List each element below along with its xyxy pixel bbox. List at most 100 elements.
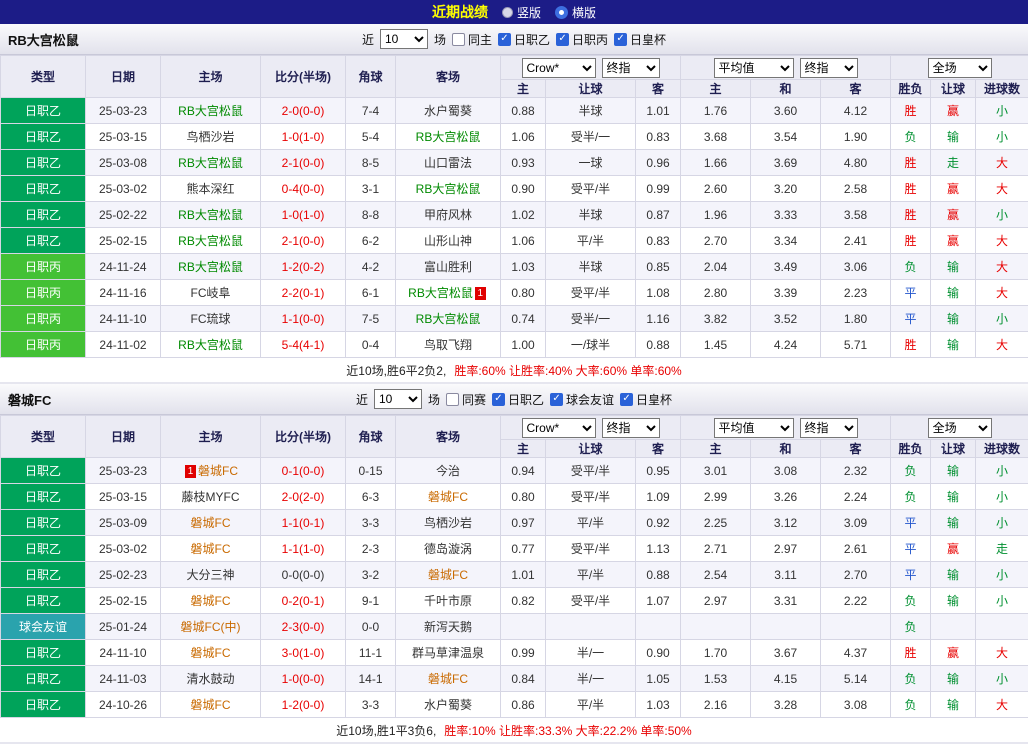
away-team[interactable]: RB大宫松鼠 [396,124,501,150]
odds-stage-select[interactable]: 终指 [602,418,660,438]
home-team[interactable]: 1磐城FC [161,458,261,484]
filter-checkbox-1[interactable]: 日职乙 [498,31,550,48]
home-team[interactable]: 磐城FC [161,640,261,666]
home-team[interactable]: RB大宫松鼠 [161,150,261,176]
score[interactable]: 1-0(0-0) [261,666,346,692]
odds-stage-select[interactable]: 终指 [602,58,660,78]
avg-stage-select[interactable]: 终指 [800,58,858,78]
home-team[interactable]: 磐城FC(中) [161,614,261,640]
away-team[interactable]: 今治 [396,458,501,484]
recent-count-select[interactable]: 10 [380,29,428,49]
home-team[interactable]: 磐城FC [161,692,261,718]
corner-score: 3-2 [346,562,396,588]
away-team[interactable]: 鸟栖沙岩 [396,510,501,536]
away-team[interactable]: 千叶市原 [396,588,501,614]
home-team[interactable]: RB大宫松鼠 [161,202,261,228]
away-team[interactable]: 甲府风林 [396,202,501,228]
match-date: 24-10-26 [86,692,161,718]
match-result: 负 [891,458,931,484]
away-team[interactable]: 群马草津温泉 [396,640,501,666]
score[interactable]: 1-0(1-0) [261,124,346,150]
home-team[interactable]: RB大宫松鼠 [161,98,261,124]
home-team[interactable]: RB大宫松鼠 [161,254,261,280]
col-date: 日期 [86,416,161,458]
score[interactable]: 1-2(0-2) [261,254,346,280]
home-team[interactable]: 磐城FC [161,588,261,614]
team-name-text: FC琉球 [191,312,231,326]
handicap-line: 平/半 [546,510,636,536]
home-team[interactable]: 藤枝MYFC [161,484,261,510]
score[interactable]: 5-4(4-1) [261,332,346,358]
home-odds: 0.99 [501,640,546,666]
handicap-line: 受半/一 [546,306,636,332]
away-team[interactable]: RB大宫松鼠 [396,176,501,202]
away-team[interactable]: 磐城FC [396,666,501,692]
recent-count-select[interactable]: 10 [374,389,422,409]
home-team[interactable]: 熊本深红 [161,176,261,202]
filter-checkbox-2[interactable]: 日职丙 [556,31,608,48]
filter-checkbox-1[interactable]: 日职乙 [492,391,544,408]
away-team[interactable]: 水户蜀葵 [396,98,501,124]
home-team[interactable]: RB大宫松鼠 [161,228,261,254]
radio-horizontal-layout[interactable]: 横版 [555,4,596,21]
away-team[interactable]: 水户蜀葵 [396,692,501,718]
corner-score: 2-3 [346,536,396,562]
filter-checkbox-0[interactable]: 同主 [452,31,492,48]
avg-stage-select[interactable]: 终指 [800,418,858,438]
score[interactable]: 2-3(0-0) [261,614,346,640]
home-team[interactable]: 大分三神 [161,562,261,588]
home-team[interactable]: RB大宫松鼠 [161,332,261,358]
away-team[interactable]: 磐城FC [396,562,501,588]
filter-checkbox-3[interactable]: 日皇杯 [614,31,666,48]
score[interactable]: 1-1(0-1) [261,510,346,536]
score[interactable]: 2-1(0-0) [261,150,346,176]
score[interactable]: 2-1(0-0) [261,228,346,254]
bookmaker-select[interactable]: Crow* [522,418,596,438]
checkbox-icon [620,393,633,406]
home-team[interactable]: FC岐阜 [161,280,261,306]
away-team[interactable]: 富山胜利 [396,254,501,280]
bookmaker-select[interactable]: Crow* [522,58,596,78]
away-team[interactable]: 山口雷法 [396,150,501,176]
avg-type-select[interactable]: 平均值 [714,58,794,78]
avg-home-odds: 2.60 [681,176,751,202]
team-name-text: 磐城FC [428,672,468,686]
scope-select[interactable]: 全场 [928,418,992,438]
handicap-line: 受平/半 [546,484,636,510]
avg-type-select[interactable]: 平均值 [714,418,794,438]
filter-checkbox-2[interactable]: 球会友谊 [550,391,614,408]
home-team[interactable]: 清水鼓动 [161,666,261,692]
away-team[interactable]: RB大宫松鼠 [396,306,501,332]
score[interactable]: 2-0(2-0) [261,484,346,510]
score[interactable]: 2-2(0-1) [261,280,346,306]
away-team[interactable]: 鸟取飞翔 [396,332,501,358]
avg-draw-odds: 3.11 [751,562,821,588]
away-team[interactable]: 新泻天鹅 [396,614,501,640]
goals-result: 小 [976,510,1028,536]
avg-away-odds: 3.58 [821,202,891,228]
score[interactable]: 1-0(1-0) [261,202,346,228]
filter-checkbox-3[interactable]: 日皇杯 [620,391,672,408]
score[interactable]: 0-2(0-1) [261,588,346,614]
score[interactable]: 1-1(1-0) [261,536,346,562]
score[interactable]: 0-0(0-0) [261,562,346,588]
filter-checkbox-0[interactable]: 同赛 [446,391,486,408]
avg-away-odds: 2.23 [821,280,891,306]
away-team[interactable]: 山形山神 [396,228,501,254]
away-team[interactable]: 磐城FC [396,484,501,510]
score[interactable]: 1-2(0-0) [261,692,346,718]
radio-vertical-layout[interactable]: 竖版 [502,4,541,21]
score[interactable]: 3-0(1-0) [261,640,346,666]
away-team[interactable]: RB大宫松鼠1 [396,280,501,306]
score[interactable]: 0-1(0-0) [261,458,346,484]
score[interactable]: 0-4(0-0) [261,176,346,202]
scope-select[interactable]: 全场 [928,58,992,78]
score[interactable]: 1-1(0-0) [261,306,346,332]
away-team[interactable]: 德岛漩涡 [396,536,501,562]
home-team[interactable]: FC琉球 [161,306,261,332]
home-team[interactable]: 磐城FC [161,536,261,562]
score[interactable]: 2-0(0-0) [261,98,346,124]
home-team[interactable]: 磐城FC [161,510,261,536]
home-team[interactable]: 鸟栖沙岩 [161,124,261,150]
home-odds: 1.02 [501,202,546,228]
